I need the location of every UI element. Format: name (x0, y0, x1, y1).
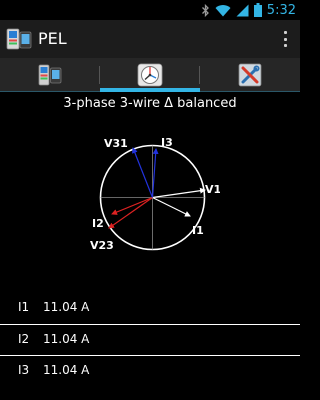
measurement-row-i1: I1 11.04 A (0, 293, 300, 323)
tab-settings[interactable] (200, 58, 300, 92)
phasor-gauge-icon (137, 63, 163, 87)
status-icons: 5:32 (201, 2, 296, 18)
measurements-icon (38, 64, 62, 86)
settings-tools-icon (238, 63, 262, 87)
tab-measurements[interactable] (0, 58, 100, 92)
overflow-menu-icon[interactable] (278, 29, 292, 49)
app-title: PEL (38, 29, 67, 48)
tab-bar (0, 58, 300, 92)
status-bar: 5:32 (0, 0, 300, 20)
tab-bar-divider (0, 91, 300, 92)
label-i1: I1 (192, 224, 204, 237)
label-v31: V31 (104, 137, 128, 150)
measurement-label: I2 (18, 332, 30, 346)
label-i3: I3 (161, 136, 173, 149)
measurement-value: 11.04 A (43, 332, 90, 346)
battery-icon (253, 3, 262, 17)
measurement-label: I1 (18, 300, 30, 314)
wifi-icon (215, 4, 231, 17)
phasor-v31 (132, 147, 154, 198)
measurement-row-i3: I3 11.04 A (0, 356, 300, 386)
measurement-value: 11.04 A (43, 363, 90, 377)
phasor-i1 (152, 196, 191, 217)
pel-app-icon[interactable] (6, 27, 32, 51)
measurement-value: 11.04 A (43, 300, 90, 314)
bluetooth-icon (201, 3, 209, 17)
phasor-v12 (152, 187, 206, 199)
measurement-label: I3 (18, 363, 30, 377)
label-v12: V12 (205, 183, 220, 196)
wiring-configuration-title: 3-phase 3-wire Δ balanced (63, 96, 237, 111)
signal-icon (236, 4, 249, 16)
tab-phasor-diagram[interactable] (100, 58, 200, 92)
phasor-diagram: V31 I3 V12 I1 I2 V23 (90, 136, 220, 252)
status-time: 5:32 (266, 2, 296, 18)
label-i2: I2 (92, 217, 104, 230)
measurement-row-i2: I2 11.04 A (0, 325, 300, 355)
action-bar: PEL (0, 20, 300, 58)
phasor-i3 (151, 148, 159, 198)
label-v23: V23 (90, 239, 114, 252)
